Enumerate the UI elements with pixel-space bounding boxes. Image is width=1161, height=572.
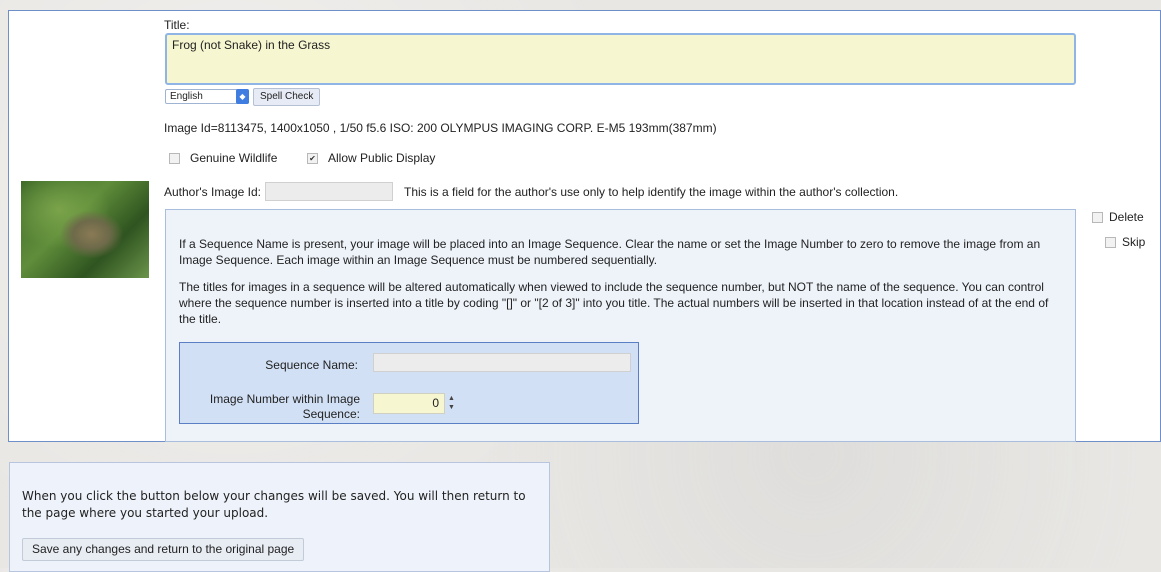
delete-label: Delete xyxy=(1109,210,1144,224)
genuine-wildlife-label: Genuine Wildlife xyxy=(190,151,278,165)
image-number-input[interactable]: 0 xyxy=(373,393,445,414)
image-number-label: Image Number within Image Sequence: xyxy=(209,392,360,421)
title-label: Title: xyxy=(164,18,190,32)
stepper-icon[interactable]: ▲ ▼ xyxy=(448,394,455,412)
sequence-name-label: Sequence Name: xyxy=(265,358,358,372)
delete-option[interactable]: Delete xyxy=(1092,210,1144,224)
allow-public-display-option[interactable]: ✔ Allow Public Display xyxy=(307,151,435,165)
save-and-return-button[interactable]: Save any changes and return to the origi… xyxy=(22,538,305,561)
author-image-id-input[interactable] xyxy=(265,182,393,201)
spell-check-button[interactable]: Spell Check xyxy=(253,88,321,106)
save-instructions: When you click the button below your cha… xyxy=(22,489,526,520)
sequence-fields: Sequence Name: Image Number within Image… xyxy=(179,342,639,424)
sequence-section: If a Sequence Name is present, your imag… xyxy=(165,209,1076,442)
save-panel: When you click the button below your cha… xyxy=(9,462,550,572)
allow-public-display-label: Allow Public Display xyxy=(328,151,436,165)
genuine-wildlife-checkbox[interactable] xyxy=(169,152,180,164)
allow-public-display-checkbox[interactable]: ✔ xyxy=(307,152,318,164)
image-thumbnail xyxy=(21,181,149,278)
sequence-info-paragraph-2: The titles for images in a sequence will… xyxy=(179,280,1049,326)
title-input[interactable]: Frog (not Snake) in the Grass xyxy=(165,33,1076,85)
image-edit-panel: Title: Frog (not Snake) in the Grass Eng… xyxy=(8,10,1161,442)
sequence-info-paragraph-1: If a Sequence Name is present, your imag… xyxy=(179,237,1041,267)
language-select-value: English xyxy=(170,91,203,102)
skip-label: Skip xyxy=(1122,235,1146,249)
skip-checkbox[interactable] xyxy=(1105,236,1116,248)
author-image-id-label: Author's Image Id: xyxy=(164,185,262,199)
author-image-id-help: This is a field for the author's use onl… xyxy=(404,185,899,199)
skip-option[interactable]: Skip xyxy=(1105,235,1145,249)
delete-checkbox[interactable] xyxy=(1092,211,1103,223)
image-info: Image Id=8113475, 1400x1050 , 1/50 f5.6 … xyxy=(164,121,717,135)
sequence-name-input[interactable] xyxy=(373,353,631,372)
language-select[interactable]: English ◆ xyxy=(165,89,249,104)
genuine-wildlife-option[interactable]: Genuine Wildlife xyxy=(169,151,277,165)
select-arrows-icon[interactable]: ◆ xyxy=(236,89,249,104)
